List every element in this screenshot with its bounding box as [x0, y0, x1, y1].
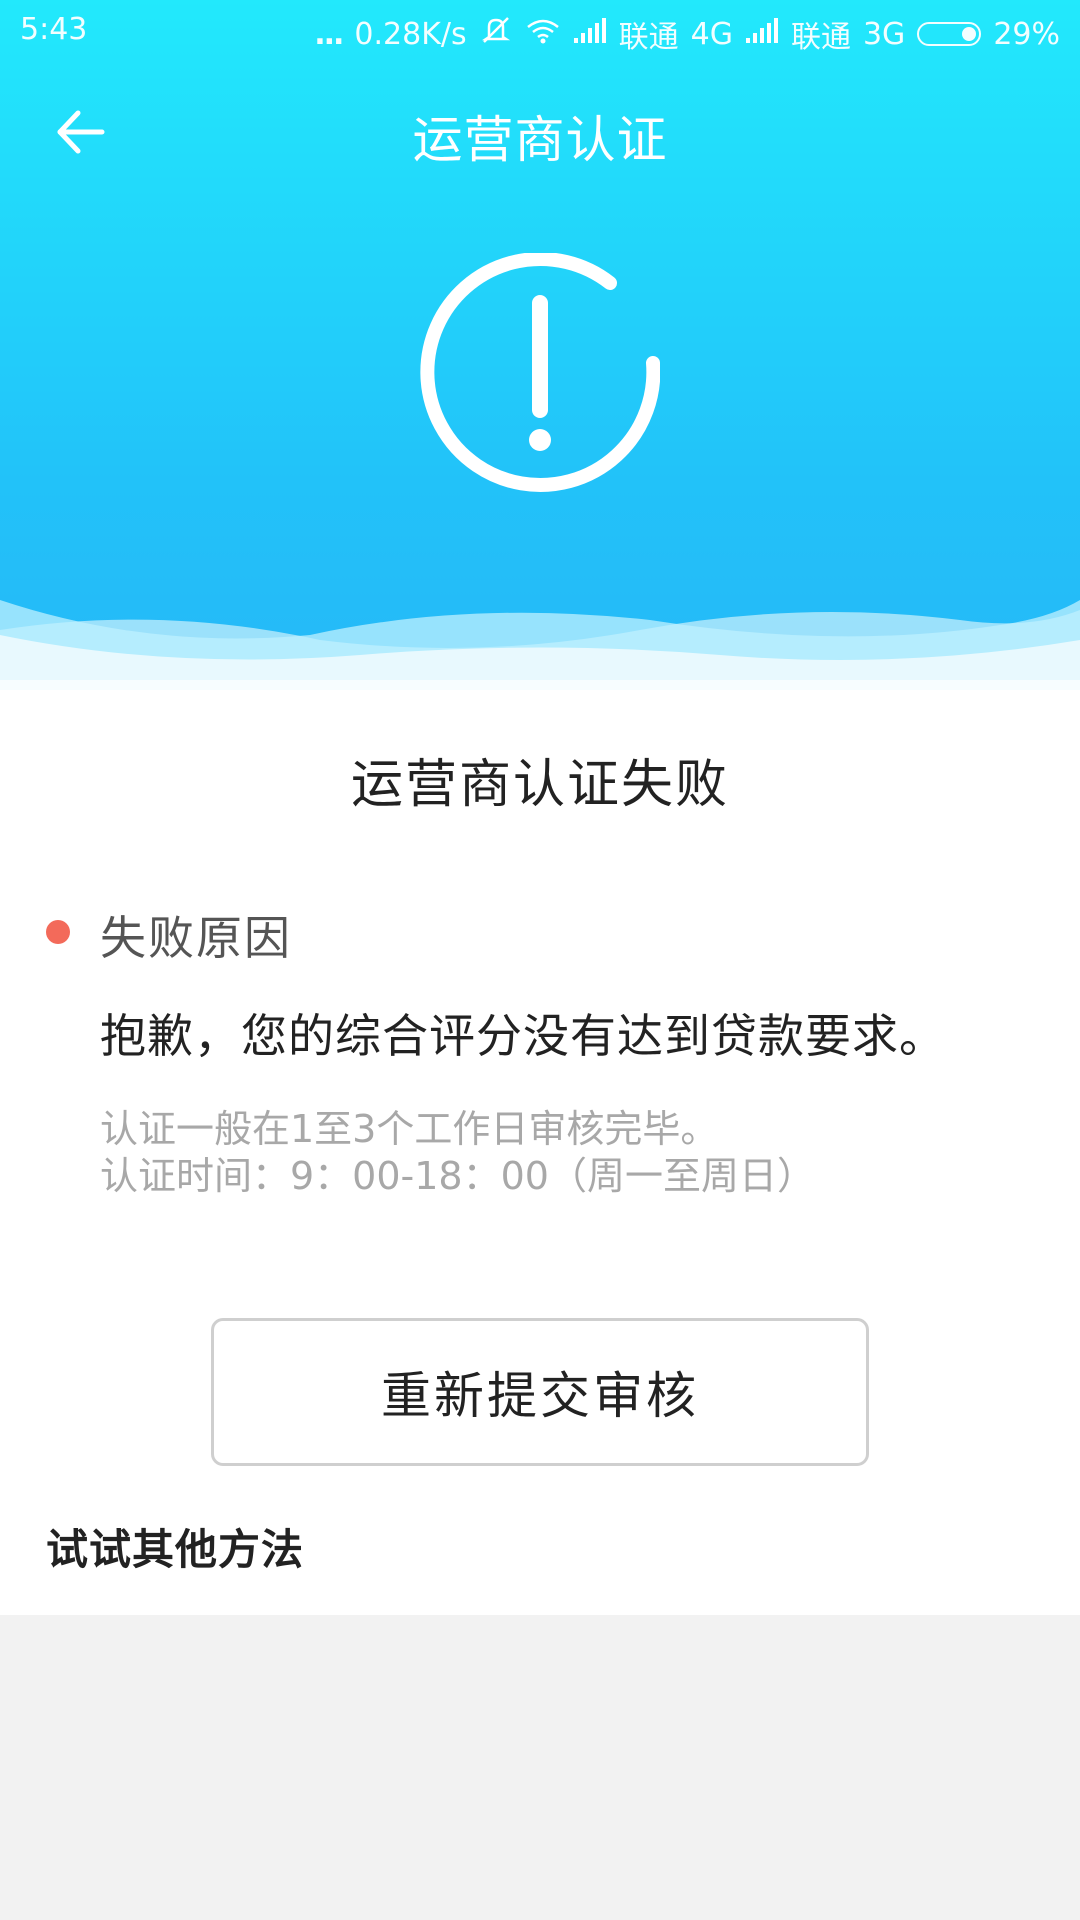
status-right: ... 0.28K/s 联通 4G 联通 3G 29%: [314, 12, 1060, 56]
warning-circle-icon: [420, 253, 660, 492]
result-title: 运营商认证失败: [350, 755, 729, 815]
status-dots: ...: [314, 16, 344, 52]
reason-label: 失败原因: [100, 911, 292, 965]
status-bar: 5:43 ... 0.28K/s 联通 4G 联通 3G 29%: [0, 0, 1080, 62]
bottom-empty-area: [0, 1615, 1080, 1920]
status-network-2: 3G: [862, 16, 906, 52]
resubmit-button[interactable]: 重新提交审核: [211, 1318, 869, 1466]
status-carrier-2: 联通: [790, 20, 851, 55]
page-title: 运营商认证: [412, 111, 668, 169]
other-methods-heading: 试试其他方法: [46, 1525, 305, 1574]
note-auth-hours: 认证时间：9：00-18：00（周一至周日）: [100, 1154, 815, 1198]
status-battery: 29%: [993, 16, 1060, 52]
status-carrier-1: 联通: [618, 20, 679, 55]
reason-bullet: [46, 920, 70, 944]
battery-icon: [917, 22, 982, 46]
signal-icon-2: [745, 16, 779, 52]
reason-text: 抱歉，您的综合评分没有达到贷款要求。: [100, 1009, 946, 1063]
status-time: 5:43: [20, 12, 88, 47]
status-speed: 0.28K/s: [354, 16, 467, 52]
mute-icon: [479, 15, 513, 53]
signal-icon-1: [573, 16, 607, 52]
status-network-1: 4G: [690, 16, 733, 52]
header: 5:43 ... 0.28K/s 联通 4G 联通 3G 29% 运营商认证: [0, 0, 1080, 690]
wifi-icon: [525, 15, 561, 53]
nav-bar: 运营商认证: [0, 62, 1080, 202]
content-panel: 运营商认证失败 失败原因 抱歉，您的综合评分没有达到贷款要求。 认证一般在1至3…: [0, 690, 1080, 1615]
wave-decoration: [0, 600, 1080, 690]
page: 5:43 ... 0.28K/s 联通 4G 联通 3G 29% 运营商认证 运…: [0, 0, 1080, 1920]
